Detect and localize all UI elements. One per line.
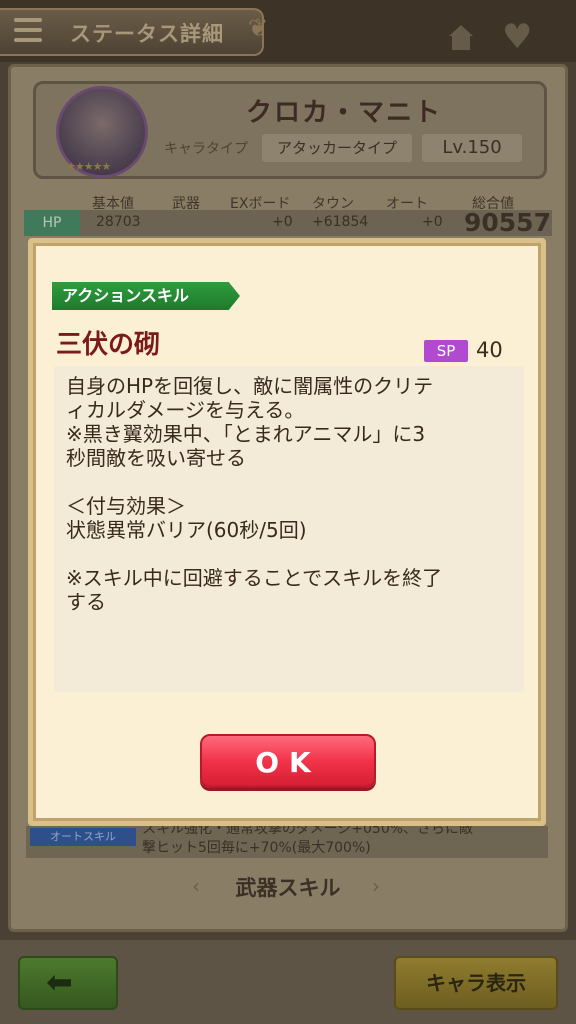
weapon-skill-title: 武器スキル	[235, 876, 341, 900]
description-line: 秒間敵を吸い寄せる	[66, 446, 246, 470]
hp-exboard: +0	[272, 214, 293, 230]
rarity-stars-icon: ★★★★★	[66, 160, 111, 173]
hp-base: 28703	[96, 214, 141, 230]
page-title: ステータス詳細	[70, 22, 224, 46]
back-arrow-icon: ⬅	[46, 963, 73, 1001]
chara-display-button[interactable]: キャラ表示	[394, 956, 558, 1010]
description-line: ※スキル中に回避することでスキルを終了	[66, 566, 443, 590]
hp-town: +61854	[312, 214, 369, 230]
hp-auto: +0	[422, 214, 443, 230]
favorite-heart-icon[interactable]: ♥	[502, 20, 532, 54]
ok-button[interactable]: OK	[200, 734, 376, 788]
description-line: 状態異常バリア(60秒/5回)	[66, 518, 307, 542]
hp-label: HP	[24, 210, 80, 236]
sp-badge: SP	[424, 340, 468, 362]
type-value: アタッカータイプ	[262, 134, 412, 162]
auto-skill-label: オートスキル	[30, 828, 136, 846]
type-label: キャラタイプ	[164, 141, 248, 157]
home-icon[interactable]	[446, 22, 476, 52]
ornament-icon: ❦	[248, 14, 269, 42]
hp-total: 90557	[464, 208, 551, 237]
auto-skill-line: 撃ヒット5回毎に+70%(最大700%)	[142, 840, 371, 856]
action-skill-tag: アクションスキル	[52, 282, 240, 310]
skill-name: 三伏の砌	[56, 330, 161, 360]
character-name: クロカ・マニト	[246, 98, 443, 128]
next-arrow-icon[interactable]: ›	[372, 874, 380, 898]
level-value: Lv.150	[422, 134, 522, 162]
menu-icon[interactable]	[14, 18, 42, 42]
back-button[interactable]: ⬅	[18, 956, 118, 1010]
sp-value: 40	[476, 338, 503, 362]
description-line: する	[66, 590, 106, 614]
